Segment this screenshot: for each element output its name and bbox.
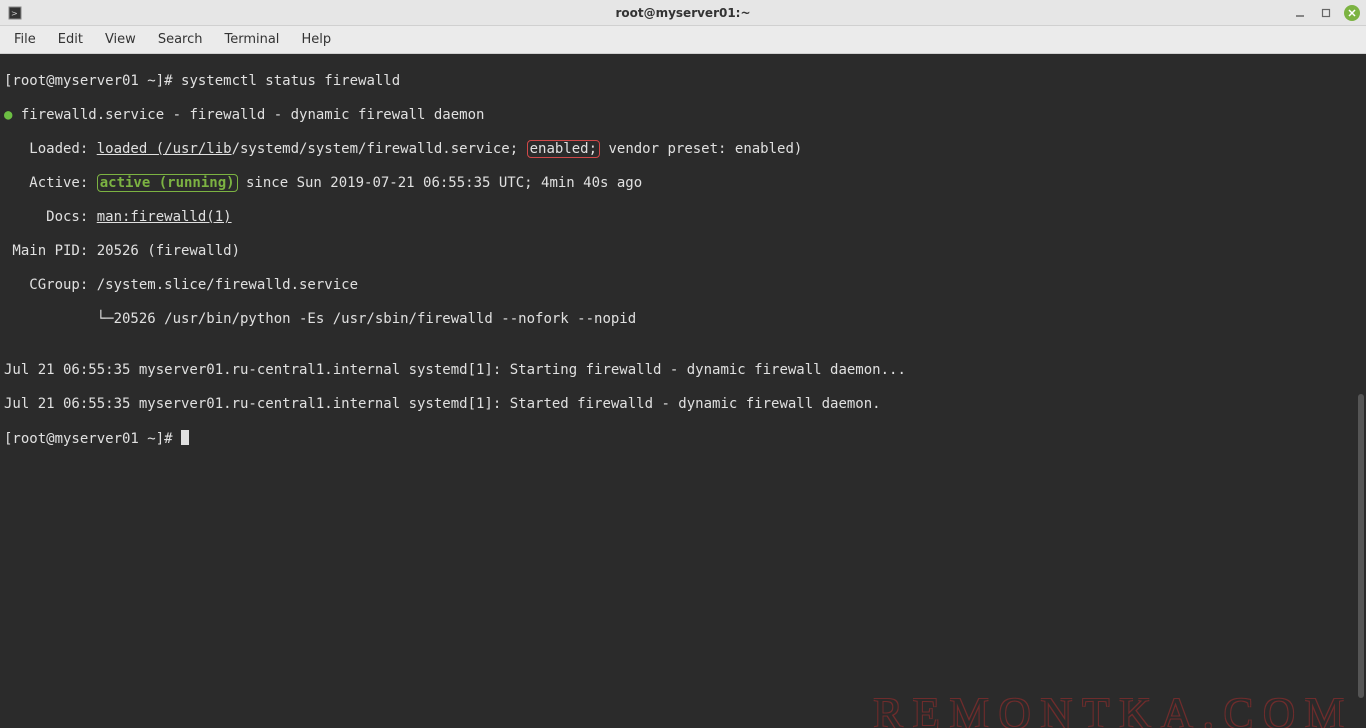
scrollbar[interactable] (1354, 54, 1364, 728)
active-status: active (running) (100, 175, 235, 191)
terminal-window: > root@myserver01:~ File Edit View Searc… (0, 0, 1366, 728)
loaded-path2: /systemd/system/firewalld.service; (232, 141, 527, 157)
cgroup-child-line: └─20526 /usr/bin/python -Es /usr/sbin/fi… (4, 311, 1362, 328)
service-line: firewalld.service - firewalld - dynamic … (12, 107, 484, 123)
cgroup-line: CGroup: /system.slice/firewalld.service (4, 277, 1362, 294)
shell-prompt-2: [root@myserver01 ~]# (4, 431, 181, 447)
active-highlight: active (running) (97, 174, 238, 192)
menu-terminal[interactable]: Terminal (214, 28, 289, 51)
loaded-path: loaded (/usr/lib (97, 141, 232, 157)
loaded-label: Loaded: (4, 141, 97, 157)
window-title: root@myserver01:~ (615, 6, 750, 20)
scrollbar-thumb[interactable] (1358, 394, 1364, 698)
menu-help[interactable]: Help (291, 28, 341, 51)
menu-search[interactable]: Search (148, 28, 213, 51)
command-text: systemctl status firewalld (181, 73, 400, 89)
active-since: since Sun 2019-07-21 06:55:35 UTC; 4min … (238, 175, 643, 191)
titlebar: > root@myserver01:~ (0, 0, 1366, 26)
docs-label: Docs: (4, 209, 97, 225)
maximize-button[interactable] (1318, 5, 1334, 21)
svg-text:>: > (11, 9, 18, 18)
main-pid-line: Main PID: 20526 (firewalld) (4, 243, 1362, 260)
docs-link: man:firewalld(1) (97, 209, 232, 225)
watermark-text: REMONTKA.COM (873, 705, 1354, 722)
menubar: File Edit View Search Terminal Help (0, 26, 1366, 54)
shell-prompt: [root@myserver01 ~]# (4, 73, 181, 89)
enabled-highlight: enabled; (527, 140, 600, 158)
menu-edit[interactable]: Edit (48, 28, 93, 51)
active-label: Active: (4, 175, 97, 191)
app-icon: > (8, 6, 22, 20)
close-button[interactable] (1344, 5, 1360, 21)
menu-file[interactable]: File (4, 28, 46, 51)
cursor-icon (181, 430, 189, 445)
minimize-button[interactable] (1292, 5, 1308, 21)
menu-view[interactable]: View (95, 28, 146, 51)
terminal-area[interactable]: [root@myserver01 ~]# systemctl status fi… (0, 54, 1366, 728)
log-line-2: Jul 21 06:55:35 myserver01.ru-central1.i… (4, 396, 1362, 413)
loaded-suffix: vendor preset: enabled) (600, 141, 802, 157)
log-line-1: Jul 21 06:55:35 myserver01.ru-central1.i… (4, 362, 1362, 379)
window-controls (1292, 5, 1360, 21)
